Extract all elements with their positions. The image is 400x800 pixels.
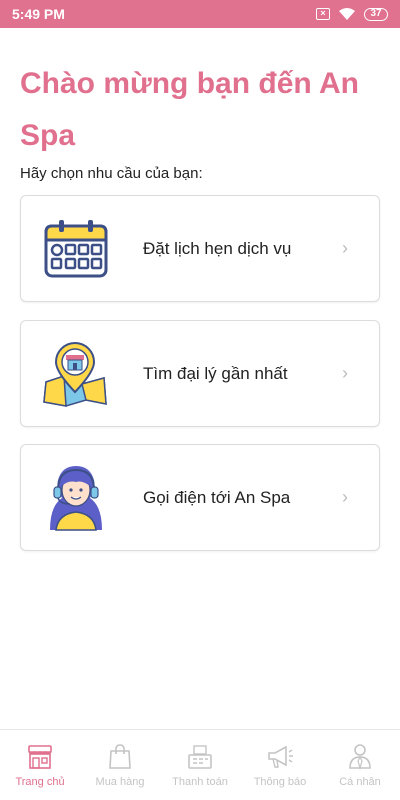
nav-payment-label: Thanh toán xyxy=(172,776,228,788)
page-subtitle: Hãy chọn nhu cầu của bạn: xyxy=(20,165,203,182)
home-store-icon xyxy=(28,745,52,769)
chevron-right-icon: › xyxy=(342,363,348,383)
nav-home[interactable]: Trang chủ xyxy=(0,730,80,788)
bottom-nav: Trang chủ Mua hàng Thanh toán Thông báo … xyxy=(0,729,400,800)
book-appointment-label: Đặt lịch hẹn dịch vụ xyxy=(143,238,292,258)
page-title: Chào mừng bạn đến An Spa xyxy=(20,67,359,152)
chevron-right-icon: › xyxy=(342,238,348,258)
call-spa-label: Gọi điện tới An Spa xyxy=(143,487,291,507)
map-store-icon xyxy=(41,339,111,409)
register-icon xyxy=(188,745,212,769)
book-appointment-card[interactable]: Đặt lịch hẹn dịch vụ › xyxy=(20,195,380,302)
nav-notifications-label: Thông báo xyxy=(253,776,307,788)
support-agent-icon xyxy=(41,463,111,533)
sim-off-icon: × xyxy=(316,8,330,20)
status-icons: × 37 xyxy=(316,7,388,21)
person-icon xyxy=(349,744,371,770)
nav-notifications[interactable]: Thông báo xyxy=(240,730,320,788)
chevron-right-icon: › xyxy=(342,487,348,507)
status-time: 5:49 PM xyxy=(12,6,65,22)
find-store-card[interactable]: Tìm đại lý gần nhất › xyxy=(20,320,380,427)
wifi-icon xyxy=(339,8,355,20)
nav-shopping-label: Mua hàng xyxy=(95,776,145,788)
nav-home-label: Trang chủ xyxy=(15,776,65,788)
find-store-label: Tìm đại lý gần nhất xyxy=(143,363,288,383)
battery-icon: 37 xyxy=(364,7,388,21)
megaphone-icon xyxy=(268,745,293,768)
nav-payment[interactable]: Thanh toán xyxy=(160,730,240,788)
nav-profile[interactable]: Cá nhân xyxy=(320,730,400,788)
nav-profile-label: Cá nhân xyxy=(339,776,381,788)
status-bar: 5:49 PM × 37 xyxy=(0,0,400,28)
shopping-bag-icon xyxy=(109,744,131,769)
calendar-icon xyxy=(41,214,111,284)
call-spa-card[interactable]: Gọi điện tới An Spa › xyxy=(20,444,380,551)
nav-shopping[interactable]: Mua hàng xyxy=(80,730,160,788)
